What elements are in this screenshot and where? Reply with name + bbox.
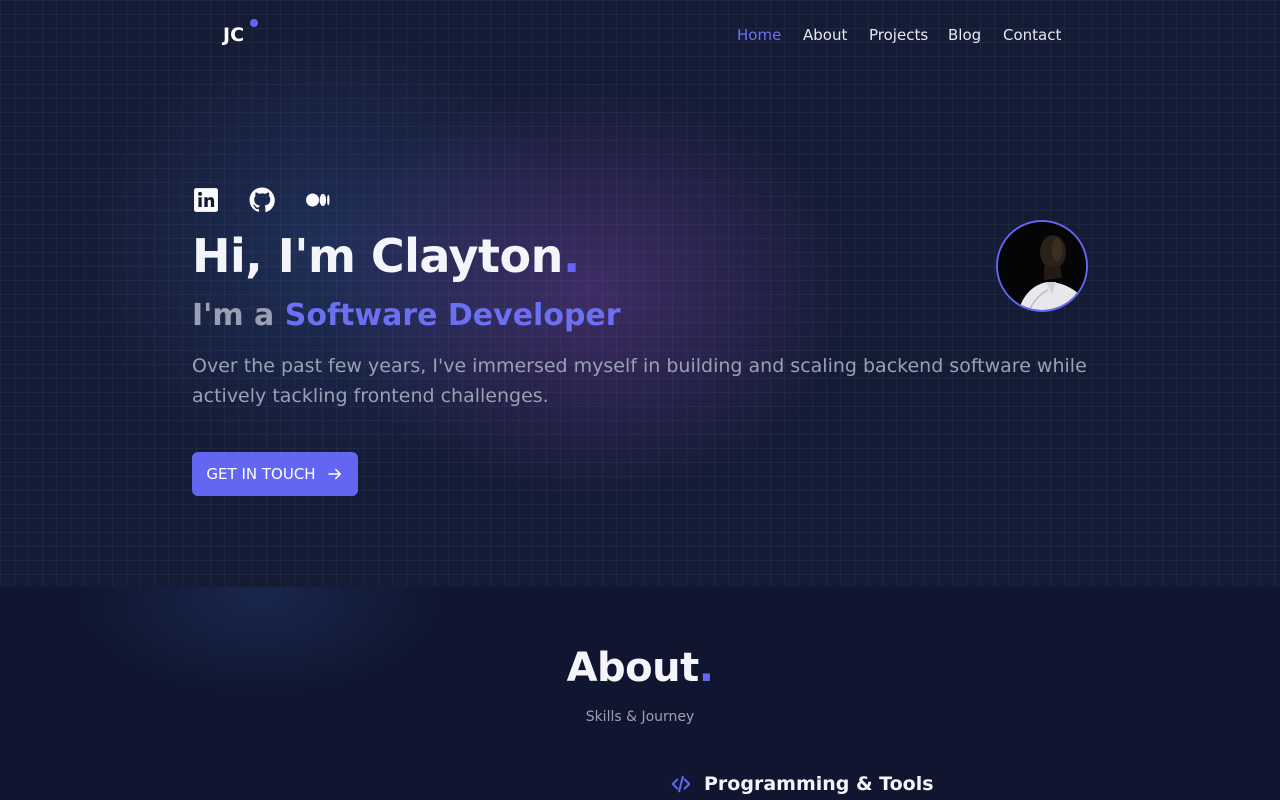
about-title: About. [0,645,1280,691]
nav-contact[interactable]: Contact [1003,26,1061,44]
nav-projects[interactable]: Projects [869,26,928,44]
role-prefix: I'm a [192,298,275,333]
code-icon [671,775,691,793]
main-nav: Home About Projects Blog Contact [0,26,1280,48]
role-title: Software Developer [284,298,621,333]
about-section [0,587,1280,800]
avatar [996,220,1088,312]
get-in-touch-button[interactable]: GET IN TOUCH [192,452,358,496]
about-title-dot: . [698,645,714,691]
hero-section [0,0,1280,587]
arrow-right-icon [327,468,341,480]
hero-greeting: Hi, I'm Clayton. [192,229,580,283]
github-icon[interactable] [249,187,275,213]
about-subtitle: Skills & Journey [585,709,695,725]
hero-bio: Over the past few years, I've immersed m… [192,355,1087,407]
medium-icon[interactable] [305,187,331,213]
cta-label: GET IN TOUCH [206,465,316,483]
linkedin-icon[interactable] [193,187,219,213]
hero-role: I'm a Software Developer [192,298,621,333]
greeting-dot: . [562,229,580,283]
nav-home[interactable]: Home [737,26,781,44]
about-title-text: About [566,645,700,691]
programming-tools-label: Programming & Tools [704,773,934,795]
greeting-text: Hi, I'm Clayton [192,229,563,283]
programming-tools-heading: Programming & Tools [670,773,934,795]
nav-about[interactable]: About [803,26,847,44]
nav-blog[interactable]: Blog [948,26,981,44]
